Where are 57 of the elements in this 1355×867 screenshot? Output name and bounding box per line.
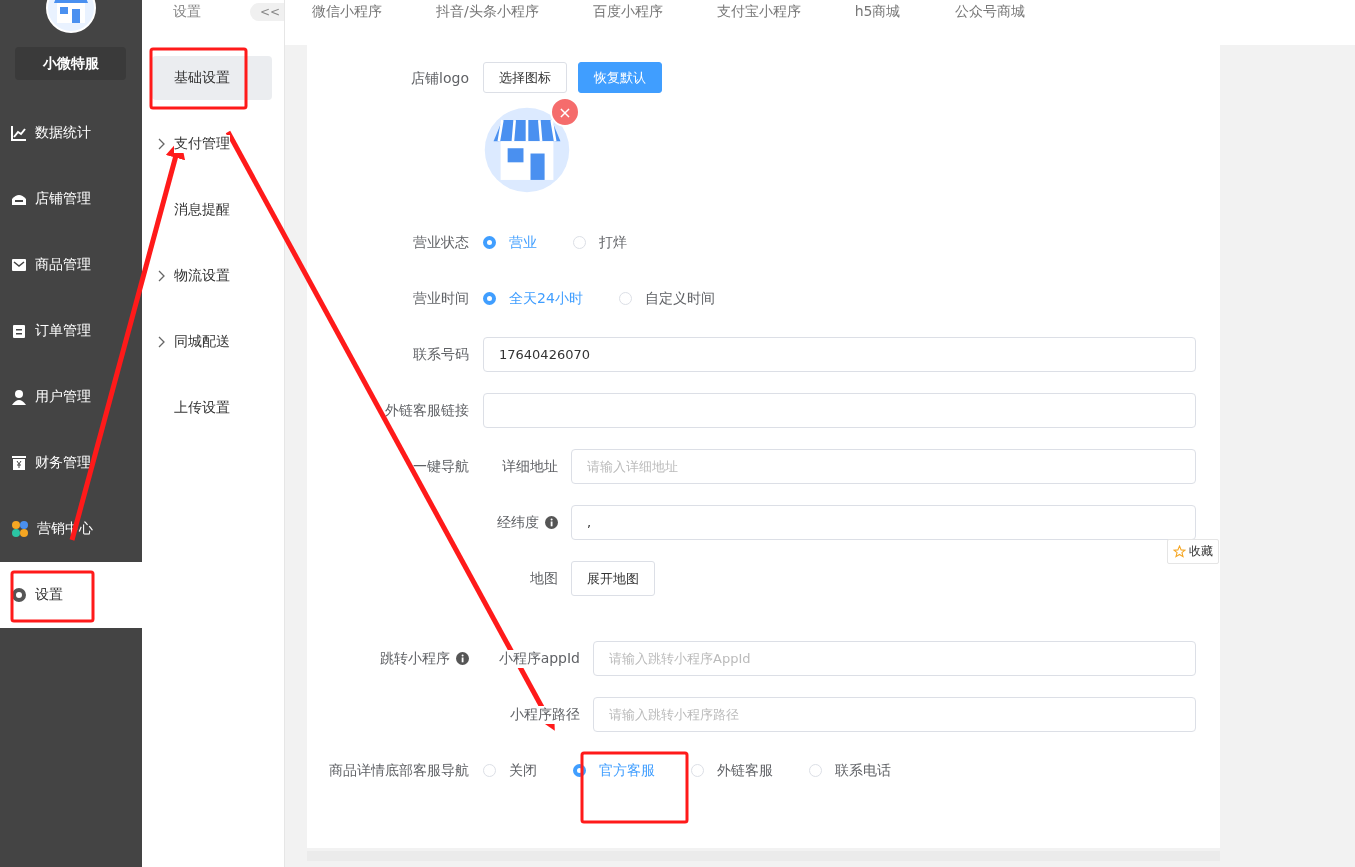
platform-tab[interactable]: 支付宝小程序: [716, 3, 801, 21]
field-label: 营业状态: [413, 233, 469, 252]
field-label: 商品详情底部客服导航: [329, 761, 469, 780]
line-chart-icon: [11, 125, 27, 141]
text-input[interactable]: 请输入跳转小程序路径: [593, 697, 1196, 732]
platform-tab[interactable]: h5商城: [854, 3, 901, 21]
radio-option[interactable]: 关闭: [483, 761, 537, 780]
submenu-item[interactable]: 上传设置: [152, 386, 272, 430]
field-label: 经纬度: [497, 513, 539, 532]
envelope-icon: [11, 257, 27, 273]
submenu-title: 设置: [173, 3, 201, 21]
field-label: 外链客服链接: [385, 401, 469, 420]
submenu-item[interactable]: 消息提醒: [152, 188, 272, 232]
nav-item[interactable]: 财务管理: [0, 430, 142, 496]
nav-item[interactable]: 用户管理: [0, 364, 142, 430]
text-input[interactable]: 17640426070: [483, 337, 1196, 372]
platform-tab[interactable]: 公众号商城: [954, 3, 1025, 21]
text-input[interactable]: 请输入跳转小程序AppId: [593, 641, 1196, 676]
field-label: 小程序路径: [510, 705, 580, 724]
field-label: 跳转小程序: [380, 649, 450, 668]
field-label: 一键导航: [413, 457, 469, 476]
radio-option[interactable]: 联系电话: [809, 761, 891, 780]
star-icon: [1173, 545, 1186, 558]
field-label: 详细地址: [502, 457, 558, 476]
platform-tab[interactable]: 抖音/头条小程序: [436, 3, 539, 21]
text-input[interactable]: ,: [571, 505, 1196, 540]
field-label: 地图: [530, 569, 558, 588]
radio-option[interactable]: 打烊: [573, 233, 627, 252]
submenu-item[interactable]: 同城配送: [152, 320, 272, 364]
platform-tab[interactable]: 微信小程序: [312, 3, 382, 21]
settings-icon: [11, 587, 27, 603]
text-input[interactable]: [483, 393, 1196, 428]
yen-box-icon: [11, 455, 27, 471]
field-label: 店铺logo: [411, 70, 469, 88]
nav-item[interactable]: 设置: [0, 562, 142, 628]
store-logo-icon: [483, 106, 571, 194]
nav-item[interactable]: 订单管理: [0, 298, 142, 364]
petals-icon: [11, 520, 29, 538]
nav-item[interactable]: 商品管理: [0, 232, 142, 298]
brand-name: 小微特服: [15, 47, 126, 80]
field-label: 小程序appId: [498, 649, 580, 668]
nav-item[interactable]: 店铺管理: [0, 166, 142, 232]
text-input[interactable]: 请输入详细地址: [571, 449, 1196, 484]
form-button[interactable]: 选择图标: [483, 62, 567, 93]
field-label: 营业时间: [413, 289, 469, 308]
field-label: 联系号码: [413, 345, 469, 364]
submenu-item[interactable]: 支付管理: [152, 122, 272, 166]
nav-item[interactable]: 数据统计: [0, 100, 142, 166]
form-button[interactable]: 展开地图: [571, 561, 655, 596]
submenu-item[interactable]: 基础设置: [152, 56, 272, 100]
radio-option[interactable]: 外链客服: [691, 761, 773, 780]
bookmark-button[interactable]: 收藏: [1167, 539, 1219, 564]
submenu-item[interactable]: 物流设置: [152, 254, 272, 298]
radio-option[interactable]: 自定义时间: [618, 289, 715, 308]
user-icon: [11, 389, 27, 405]
platform-tab[interactable]: 百度小程序: [592, 3, 663, 21]
clipboard-icon: [11, 323, 27, 339]
